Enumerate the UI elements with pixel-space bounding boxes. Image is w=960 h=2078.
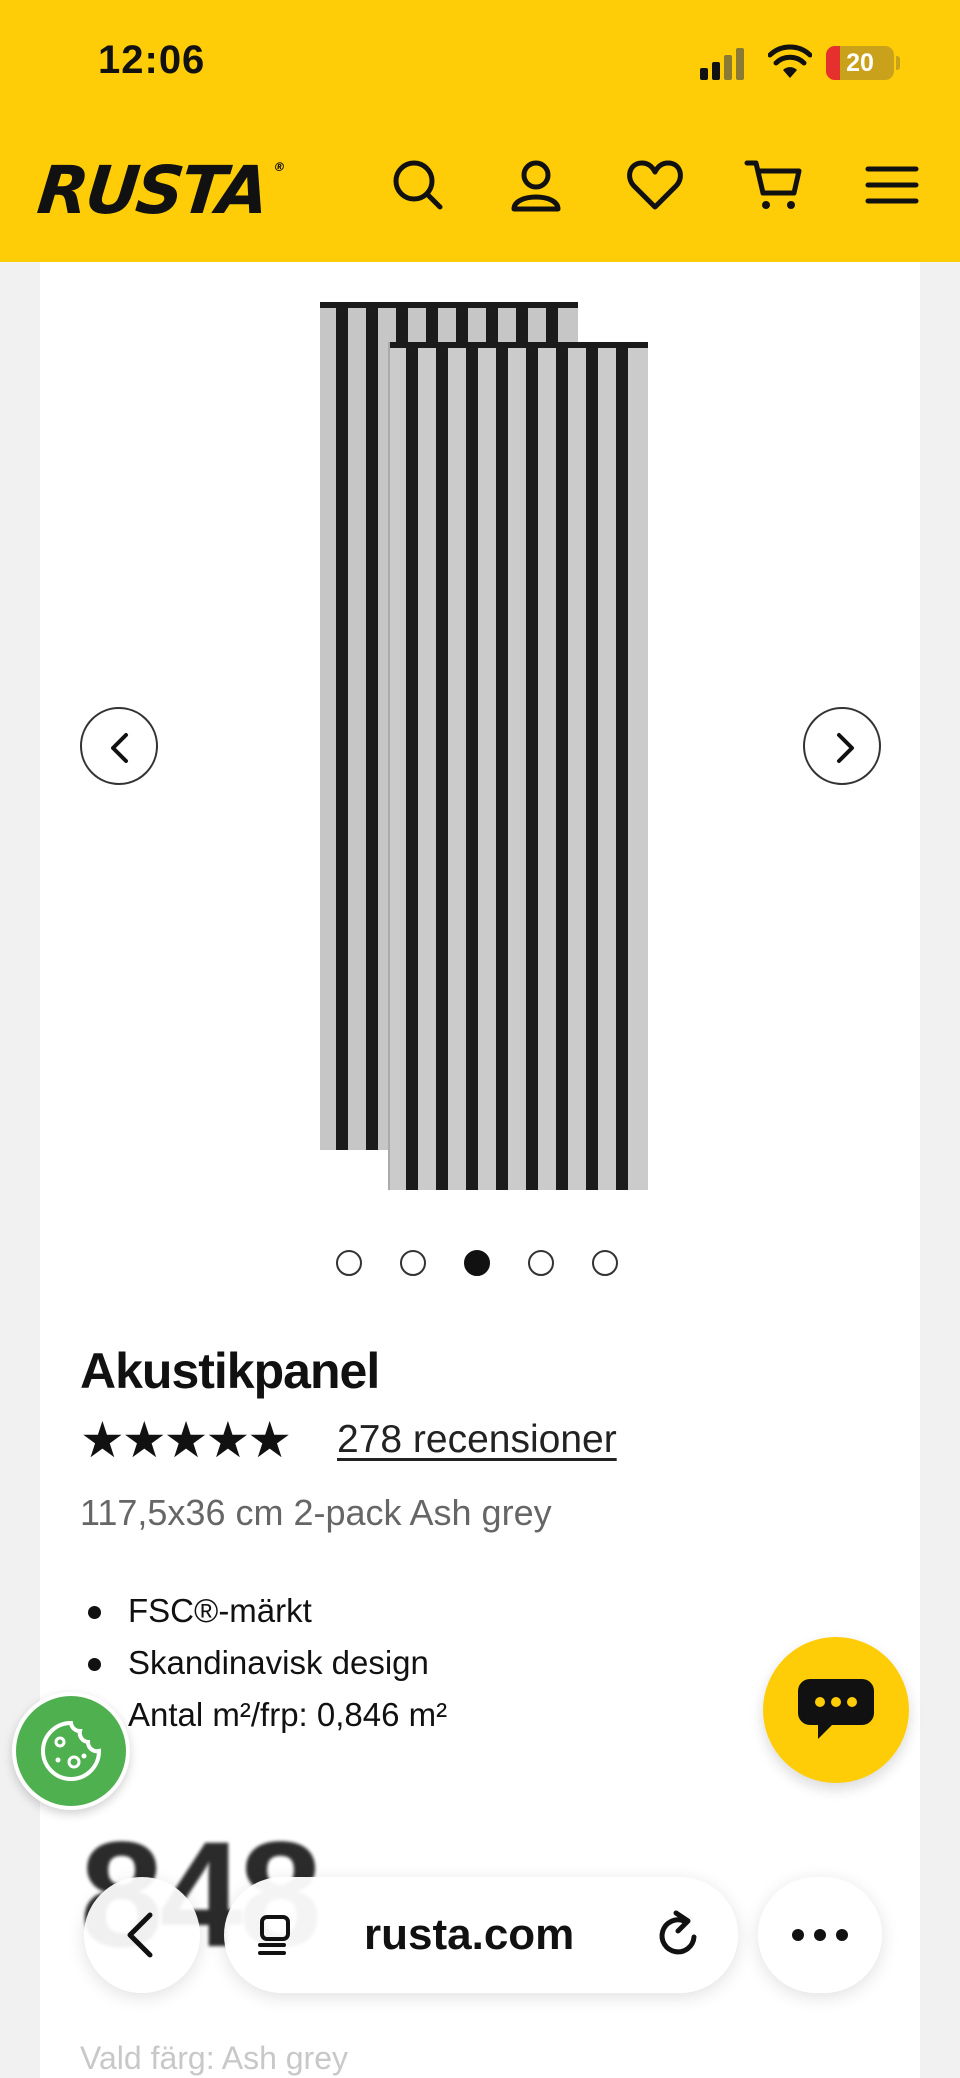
cookie-icon (41, 1720, 102, 1781)
account-icon[interactable] (506, 155, 566, 215)
gallery-dot-active[interactable] (464, 1250, 490, 1276)
battery-icon: 20 (826, 46, 894, 80)
menu-icon[interactable] (862, 155, 922, 215)
gallery-dot[interactable] (592, 1250, 618, 1276)
search-icon[interactable] (388, 155, 448, 215)
browser-address-bar[interactable]: rusta.com (224, 1877, 738, 1993)
more-dots-icon (792, 1929, 848, 1941)
battery-percent: 20 (846, 49, 874, 77)
gallery-dot[interactable] (336, 1250, 362, 1276)
product-subtitle: 117,5x36 cm 2-pack Ash grey (80, 1492, 552, 1533)
selected-color-value: Ash grey (221, 2040, 348, 2076)
site-header: 12:06 20 RUSTA ® (0, 0, 960, 262)
product-title: Akustikpanel (80, 1343, 380, 1399)
selected-color: Vald färg: Ash grey (80, 2040, 348, 2077)
rusta-logo[interactable]: RUSTA ® (34, 152, 283, 229)
cart-icon[interactable] (744, 155, 804, 215)
chevron-right-icon (837, 733, 854, 763)
gallery-next-button[interactable] (803, 707, 881, 785)
product-image (390, 342, 648, 1190)
chat-bubble-icon (798, 1679, 874, 1739)
browser-url: rusta.com (364, 1910, 575, 1959)
browser-more-button[interactable] (758, 1877, 882, 1993)
chevron-left-icon (127, 1912, 153, 1958)
gallery-dot[interactable] (400, 1250, 426, 1276)
gallery-dot[interactable] (528, 1250, 554, 1276)
list-item: Antal m²/frp: 0,846 m² (80, 1689, 447, 1741)
browser-back-button[interactable] (84, 1877, 200, 1993)
status-time: 12:06 (98, 38, 206, 82)
chevron-left-icon (111, 733, 128, 763)
feature-list: FSC®-märkt Skandinavisk design Antal m²/… (80, 1585, 447, 1741)
selected-color-label: Vald färg: (80, 2040, 215, 2076)
gallery-prev-button[interactable] (80, 707, 158, 785)
list-item: FSC®-märkt (80, 1585, 447, 1637)
rating-stars: ★★★★★ (80, 1412, 292, 1468)
cookie-settings-button[interactable] (12, 1692, 130, 1810)
reload-icon[interactable] (654, 1909, 704, 1961)
heart-icon[interactable] (625, 155, 685, 215)
chat-button[interactable] (763, 1637, 909, 1783)
tab-overview-icon[interactable] (254, 1911, 302, 1959)
reviews-link[interactable]: 278 recensioner (337, 1418, 617, 1462)
wifi-icon (768, 44, 812, 78)
cellular-signal-icon (700, 48, 752, 80)
list-item: Skandinavisk design (80, 1637, 447, 1689)
